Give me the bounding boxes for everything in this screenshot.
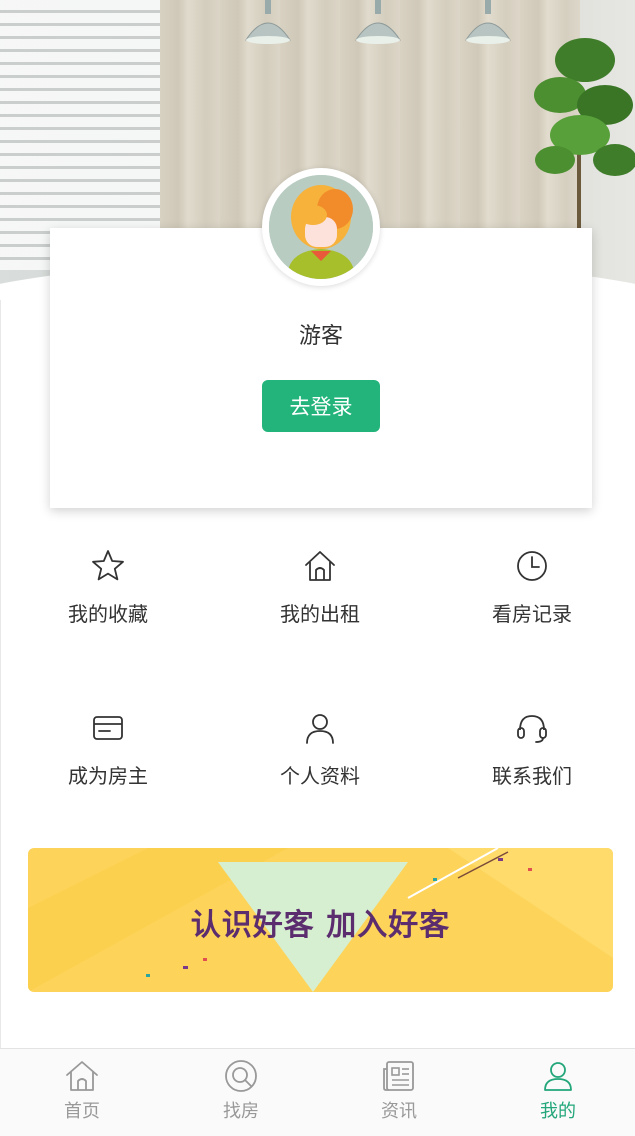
headset-icon [517, 715, 547, 743]
clock-icon [517, 551, 547, 581]
tab-label: 找房 [223, 1101, 259, 1122]
house-icon [305, 551, 335, 581]
join-banner[interactable]: 认识好客 加入好客 [28, 848, 613, 992]
banner-slogan: 认识好客 加入好客 [190, 908, 451, 943]
menu-label: 看房记录 [492, 602, 572, 626]
pendant-lamp-icon [465, 0, 511, 44]
bottom-tab-bar: 首页 找房 资讯 我的 [0, 1048, 635, 1136]
search-icon [225, 1060, 257, 1092]
menu-item-contact-us[interactable]: 联系我们 [426, 710, 635, 820]
home-icon [66, 1061, 98, 1091]
menu-label: 我的出租 [280, 602, 360, 626]
tab-news[interactable]: 资讯 [320, 1059, 478, 1123]
news-icon [383, 1061, 414, 1091]
pendant-lamp-icon [355, 0, 401, 44]
menu-item-favorites[interactable]: 我的收藏 [2, 548, 214, 658]
guest-avatar-icon [269, 175, 373, 279]
tab-home[interactable]: 首页 [3, 1059, 161, 1123]
pendant-lamp-icon [245, 0, 291, 44]
menu-label: 我的收藏 [68, 602, 148, 626]
person-icon [306, 714, 334, 744]
card-icon [93, 716, 123, 740]
tab-find-house[interactable]: 找房 [162, 1059, 320, 1123]
tab-label: 首页 [64, 1101, 100, 1122]
menu-label: 成为房主 [68, 764, 148, 788]
star-icon [92, 550, 124, 581]
guest-name: 游客 [298, 324, 343, 349]
avatar[interactable] [262, 168, 380, 286]
tab-mine[interactable]: 我的 [479, 1059, 635, 1123]
tab-label: 资讯 [381, 1101, 417, 1122]
menu-item-become-landlord[interactable]: 成为房主 [2, 710, 214, 820]
menu-item-viewing-history[interactable]: 看房记录 [426, 548, 635, 658]
login-button[interactable]: 去登录 [262, 380, 380, 432]
avatar-image [269, 175, 373, 279]
plant-decoration-icon [534, 38, 635, 260]
menu-item-my-rentals[interactable]: 我的出租 [214, 548, 426, 658]
user-icon [544, 1062, 572, 1091]
tab-label: 我的 [540, 1101, 576, 1122]
menu-item-personal-info[interactable]: 个人资料 [214, 710, 426, 820]
menu-label: 联系我们 [492, 764, 572, 788]
menu-label: 个人资料 [280, 764, 360, 788]
